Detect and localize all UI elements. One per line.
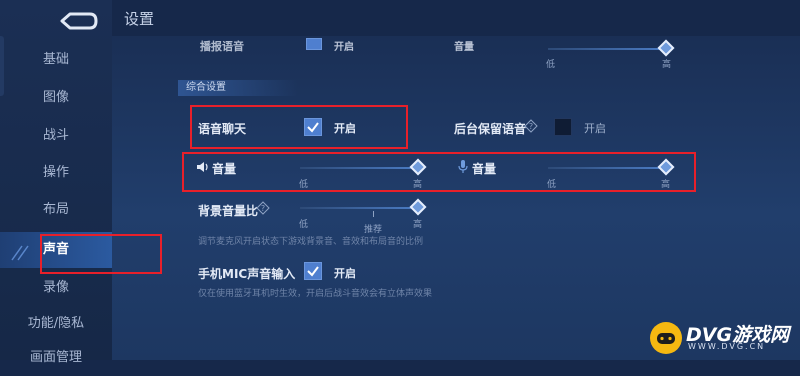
- section-title: 综合设置: [186, 82, 226, 93]
- speaker-volume-low: 低: [299, 180, 309, 190]
- recommend-marker: [373, 211, 374, 217]
- mic-volume-label: 音量: [472, 162, 497, 176]
- sidebar-item-label: 布局: [42, 202, 69, 217]
- svg-text:?: ?: [529, 122, 533, 131]
- settings-sidebar: 基础 图像 战斗 操作 布局 声音 录像 功能/隐私 画面管理: [0, 0, 112, 365]
- voice-chat-check-label: 开启: [334, 122, 356, 135]
- phone-mic-checkbox[interactable]: [304, 262, 322, 280]
- broadcast-volume-track[interactable]: [548, 48, 666, 50]
- sidebar-item-basic[interactable]: 基础: [0, 42, 112, 78]
- speaker-icon: [197, 162, 208, 172]
- mic-volume-track[interactable]: [548, 167, 666, 169]
- check-icon: [307, 266, 319, 277]
- back-button[interactable]: [56, 10, 100, 32]
- microphone-icon: [458, 160, 468, 173]
- page-title: 设置: [124, 10, 155, 28]
- back-arrow-icon: [60, 12, 98, 30]
- broadcast-volume-low: 低: [546, 60, 556, 70]
- section-header: 综合设置: [178, 80, 298, 96]
- help-icon[interactable]: ?: [256, 201, 270, 215]
- gamepad-icon: [657, 333, 675, 344]
- sidebar-item-function-privacy[interactable]: 功能/隐私: [0, 306, 112, 342]
- sidebar-item-sound[interactable]: 声音: [0, 232, 112, 268]
- speaker-volume-label: 音量: [212, 162, 237, 176]
- bg-ratio-description: 调节麦克风开启状态下游戏背景音、音效和布局音的比例: [198, 237, 424, 247]
- sidebar-item-label: 录像: [42, 280, 69, 295]
- bg-ratio-low: 低: [299, 220, 309, 230]
- sidebar-item-label: 战斗: [42, 128, 69, 143]
- check-icon: [307, 122, 319, 133]
- speaker-volume-high: 高: [413, 180, 423, 190]
- background-voice-checkbox[interactable]: [554, 118, 572, 136]
- sidebar-item-operation[interactable]: 操作: [0, 155, 112, 191]
- voice-chat-checkbox[interactable]: [304, 118, 322, 136]
- broadcast-voice-check-label: 开启: [334, 42, 354, 53]
- sidebar-item-label: 画面管理: [29, 350, 82, 365]
- broadcast-voice-label: 播报语音: [200, 40, 244, 53]
- svg-text:?: ?: [261, 204, 265, 213]
- active-slash-decor: [11, 245, 29, 261]
- sidebar-item-layout[interactable]: 布局: [0, 192, 112, 228]
- voice-chat-label: 语音聊天: [198, 122, 247, 136]
- sidebar-item-label: 图像: [42, 90, 69, 105]
- broadcast-volume-label: 音量: [454, 42, 474, 53]
- mic-volume-low: 低: [547, 180, 557, 190]
- help-icon[interactable]: ?: [524, 119, 538, 133]
- phone-mic-description: 仅在使用蓝牙耳机时生效，开启后战斗音效会有立体声效果: [198, 289, 433, 299]
- sidebar-item-label: 操作: [42, 165, 69, 180]
- phone-mic-label: 手机MIC声音输入: [198, 267, 296, 281]
- mic-volume-high: 高: [661, 180, 671, 190]
- background-voice-check-label: 开启: [584, 122, 606, 135]
- logo-subtext: WWW.DVG.CN: [688, 342, 766, 351]
- broadcast-volume-high: 高: [662, 60, 672, 70]
- sidebar-item-display[interactable]: 画面管理: [0, 340, 112, 376]
- bg-ratio-track[interactable]: [300, 207, 418, 209]
- sidebar-item-battle[interactable]: 战斗: [0, 118, 112, 154]
- sidebar-item-label: 声音: [42, 242, 69, 257]
- background-voice-label: 后台保留语音: [454, 122, 527, 136]
- bg-ratio-high: 高: [413, 220, 423, 230]
- speaker-volume-track[interactable]: [300, 167, 418, 169]
- logo-icon: [650, 322, 682, 354]
- sidebar-item-replay[interactable]: 录像: [0, 270, 112, 306]
- sidebar-item-label: 基础: [42, 52, 69, 67]
- sidebar-item-label: 功能/隐私: [27, 316, 85, 331]
- bg-ratio-label: 背景音量比: [198, 204, 259, 218]
- phone-mic-check-label: 开启: [334, 267, 356, 280]
- watermark-logo: DVG游戏网 WWW.DVG.CN: [650, 318, 796, 356]
- sidebar-item-image[interactable]: 图像: [0, 80, 112, 116]
- broadcast-voice-checkbox[interactable]: [306, 38, 322, 50]
